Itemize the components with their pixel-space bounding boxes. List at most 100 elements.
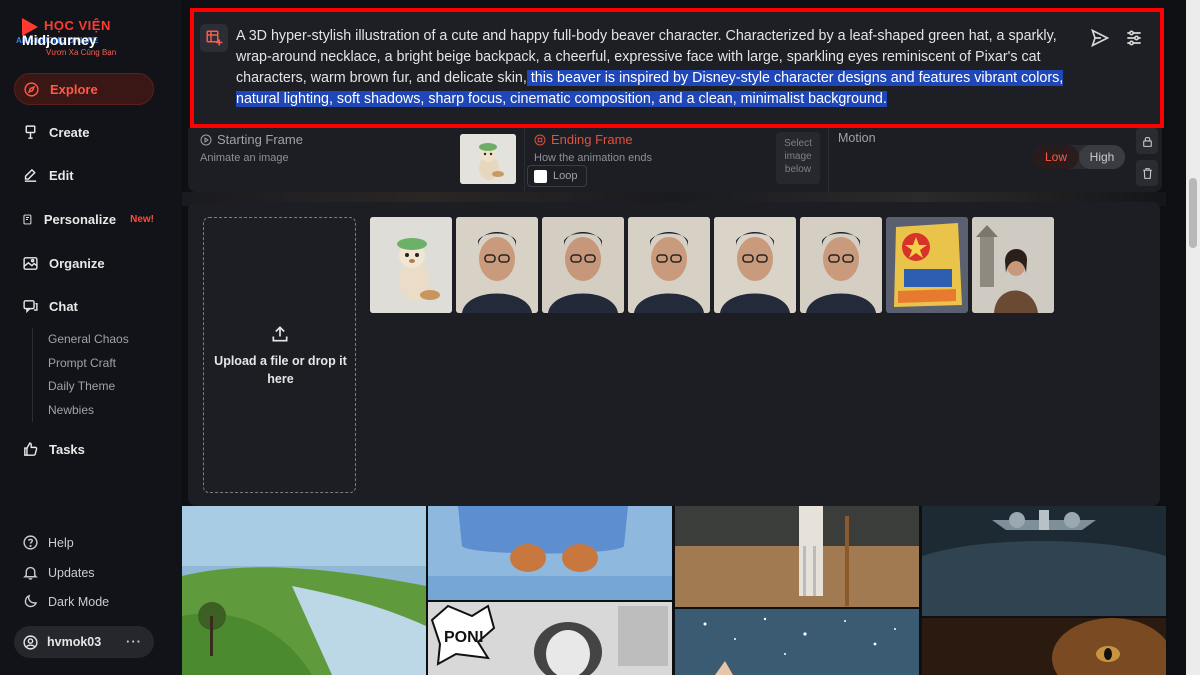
compass-icon <box>24 81 39 97</box>
sidebar-item-edit[interactable]: Edit <box>14 159 154 191</box>
gallery-image-baseball[interactable] <box>675 506 919 607</box>
user-avatar-icon <box>23 634 38 650</box>
settings-button[interactable] <box>1124 28 1146 50</box>
personalize-icon <box>23 214 32 224</box>
sidebar-item-personalize[interactable]: Personalize New! <box>14 203 154 235</box>
bell-icon <box>23 566 38 580</box>
gallery-image-tiger[interactable] <box>922 618 1166 675</box>
help-link[interactable]: Help <box>22 534 74 551</box>
sidebar-item-label: Explore <box>50 81 98 97</box>
logo[interactable]: HỌC VIỆN ANG HUONG ONLINE Midjourney Vươ… <box>16 14 126 58</box>
updates-link[interactable]: Updates <box>22 564 95 581</box>
image-thumbnail-portrait[interactable] <box>628 217 710 313</box>
add-image-icon <box>206 30 223 46</box>
dark-mode-label: Dark Mode <box>48 594 110 609</box>
loop-label: Loop <box>553 170 578 182</box>
gallery-image-jet[interactable] <box>922 506 1166 616</box>
sidebar-item-label: Personalize <box>43 211 117 227</box>
sidebar: HỌC VIỆN ANG HUONG ONLINE Midjourney Vươ… <box>0 0 182 675</box>
portrait-image <box>542 217 624 313</box>
logo-brand-main: Midjourney <box>22 32 97 48</box>
divider <box>828 128 829 192</box>
sidebar-item-label: Chat <box>49 298 78 314</box>
gallery-image-plush[interactable] <box>428 506 672 600</box>
svg-text:PON!: PON! <box>444 629 484 646</box>
stop-circle-icon <box>534 134 546 145</box>
jet-image <box>922 506 1166 616</box>
new-badge: New! <box>130 213 154 225</box>
edit-icon <box>24 168 37 182</box>
poster-image <box>886 217 968 313</box>
portrait-image <box>800 217 882 313</box>
sidebar-item-label: Tasks <box>49 441 85 457</box>
portrait-image <box>456 217 538 313</box>
portrait-image <box>714 217 796 313</box>
lock-button[interactable] <box>1136 128 1158 154</box>
prompt-bar[interactable]: A 3D hyper-stylish illustration of a cut… <box>190 8 1164 128</box>
motion-toggle[interactable]: Low High <box>1033 145 1125 169</box>
lock-icon <box>1142 136 1152 147</box>
motion-high-option[interactable]: High <box>1079 145 1125 169</box>
starting-frame-title: Starting Frame <box>200 132 303 147</box>
image-thumbnail-portrait[interactable] <box>714 217 796 313</box>
prompt-input[interactable]: A 3D hyper-stylish illustration of a cut… <box>236 26 1088 110</box>
image-thumbnail-beaver[interactable] <box>370 217 452 313</box>
more-options-icon[interactable]: ··· <box>126 634 142 649</box>
divider <box>524 128 525 192</box>
chat-icon <box>23 299 38 313</box>
beaver-thumbnail-image <box>460 134 516 184</box>
landscape-image <box>182 506 426 675</box>
beaver-image <box>370 217 452 313</box>
sidebar-item-organize[interactable]: Organize <box>14 247 154 279</box>
delete-button[interactable] <box>1136 160 1158 186</box>
image-thumbnail-woman[interactable] <box>972 217 1054 313</box>
sidebar-item-explore[interactable]: Explore <box>14 73 154 105</box>
motion-label: Motion <box>838 131 876 145</box>
chat-room-general-chaos[interactable]: General Chaos <box>48 328 129 352</box>
logo-brand-top: HỌC VIỆN <box>44 18 111 33</box>
sidebar-item-tasks[interactable]: Tasks <box>14 433 154 465</box>
ending-frame-title: Ending Frame <box>534 132 633 147</box>
animation-frames-bar: Starting Frame Animate an image Ending F… <box>188 128 1162 192</box>
sidebar-item-create[interactable]: Create <box>14 116 154 148</box>
upload-label: Upload a file or drop it here <box>214 354 347 386</box>
baseball-image <box>675 506 919 607</box>
gallery-image-sparkles[interactable] <box>675 609 919 675</box>
image-thumbnail-portrait[interactable] <box>542 217 624 313</box>
starting-frame-thumbnail[interactable] <box>460 134 516 184</box>
comic-image: PON! <box>428 602 672 675</box>
sidebar-item-label: Organize <box>49 255 105 271</box>
play-circle-icon <box>200 134 212 145</box>
portrait-image <box>628 217 710 313</box>
page-scrollbar[interactable] <box>1186 0 1200 675</box>
checkbox-icon <box>534 169 547 183</box>
recent-images <box>370 217 1054 313</box>
select-image-slot[interactable]: Select image below <box>776 132 820 184</box>
dark-mode-toggle[interactable]: Dark Mode <box>22 593 109 610</box>
motion-low-option[interactable]: Low <box>1033 145 1079 169</box>
upload-dropzone[interactable]: Upload a file or drop it here <box>203 217 356 493</box>
tiger-image <box>922 618 1166 675</box>
send-icon <box>1091 28 1110 48</box>
chat-room-daily-theme[interactable]: Daily Theme <box>48 375 129 399</box>
brush-icon <box>25 124 36 139</box>
sidebar-item-chat[interactable]: Chat <box>14 290 154 322</box>
user-menu[interactable]: hvmok03 ··· <box>14 626 154 658</box>
ending-frame-label: Ending Frame <box>551 132 633 147</box>
image-thumbnail-poster[interactable] <box>886 217 968 313</box>
image-thumbnail-portrait[interactable] <box>800 217 882 313</box>
gallery-image-landscape[interactable] <box>182 506 426 675</box>
chat-room-prompt-craft[interactable]: Prompt Craft <box>48 352 129 376</box>
sliders-icon <box>1127 30 1141 46</box>
explore-gallery: PON! <box>182 506 1166 675</box>
send-button[interactable] <box>1090 28 1112 50</box>
username: hvmok03 <box>47 635 102 649</box>
sidebar-item-label: Create <box>49 124 90 140</box>
loop-checkbox[interactable]: Loop <box>527 165 587 187</box>
gallery-image-comic[interactable]: PON! <box>428 602 672 675</box>
woman-temple-image <box>972 217 1054 313</box>
add-image-button[interactable] <box>200 24 228 52</box>
chat-room-newbies[interactable]: Newbies <box>48 399 129 423</box>
scrollbar-thumb[interactable] <box>1189 178 1197 248</box>
image-thumbnail-portrait[interactable] <box>456 217 538 313</box>
